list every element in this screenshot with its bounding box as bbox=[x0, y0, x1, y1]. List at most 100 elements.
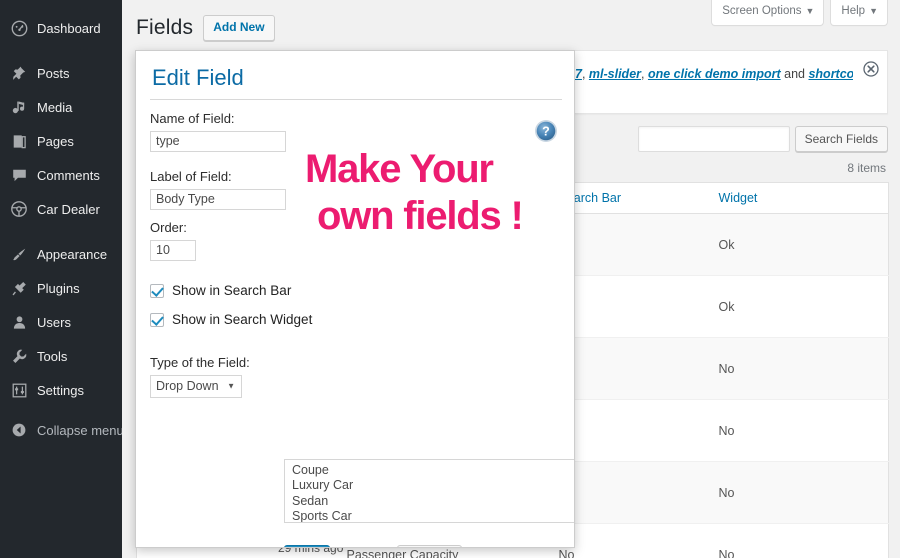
column-header-widget[interactable]: Widget bbox=[708, 182, 889, 214]
notice-and-word: and bbox=[784, 67, 805, 81]
user-icon bbox=[9, 312, 29, 332]
page-title-row: Fields Add New bbox=[136, 14, 275, 41]
sidebar-item-posts[interactable]: Posts bbox=[0, 56, 122, 90]
show-in-search-bar-row[interactable]: Show in Search Bar bbox=[150, 283, 291, 298]
sidebar-item-dashboard[interactable]: Dashboard bbox=[0, 11, 122, 45]
show-in-search-bar-checkbox[interactable] bbox=[150, 283, 164, 298]
type-of-field-label: Type of the Field: bbox=[150, 355, 250, 370]
add-new-button[interactable]: Add New bbox=[203, 14, 275, 41]
search-area: Search Fields bbox=[637, 126, 888, 152]
edit-field-modal: Edit Field Name of Field: Label of Field… bbox=[135, 50, 575, 548]
type-of-field-group: Type of the Field: Drop Down ▼ bbox=[150, 355, 250, 398]
sidebar-item-label: Plugins bbox=[37, 280, 80, 296]
sidebar-item-pages[interactable]: Pages bbox=[0, 124, 122, 158]
search-input[interactable] bbox=[637, 126, 790, 152]
search-fields-button[interactable]: Search Fields bbox=[794, 126, 888, 152]
cell-widget: Ok bbox=[708, 275, 889, 338]
label-of-field-input[interactable] bbox=[150, 188, 286, 210]
pages-icon bbox=[9, 131, 29, 151]
sidebar-item-label: Comments bbox=[37, 167, 100, 183]
svg-text:?: ? bbox=[542, 125, 550, 139]
chevron-down-icon: ▼ bbox=[869, 6, 878, 16]
name-of-field-input[interactable] bbox=[150, 130, 286, 152]
pin-icon bbox=[9, 63, 29, 83]
help-button[interactable]: Help ▼ bbox=[830, 0, 888, 26]
media-icon bbox=[9, 97, 29, 117]
sidebar-item-users[interactable]: Users bbox=[0, 305, 122, 339]
comment-icon bbox=[9, 165, 29, 185]
sidebar-divider bbox=[0, 45, 122, 56]
ok-button[interactable]: OK bbox=[284, 545, 331, 547]
field-options-listbox[interactable]: Coupe Luxury Car Sedan Sports Car ▲ ▼ ◢ bbox=[284, 459, 574, 523]
dashboard-icon bbox=[9, 18, 29, 38]
help-label: Help bbox=[841, 5, 866, 17]
paintbrush-icon bbox=[9, 244, 29, 264]
sidebar-item-tools[interactable]: Tools bbox=[0, 339, 122, 373]
notice-link-1[interactable]: 7 bbox=[575, 67, 582, 81]
collapse-icon bbox=[9, 420, 29, 440]
notice-link-4[interactable]: shortcodes- bbox=[808, 67, 853, 81]
sidebar-item-media[interactable]: Media bbox=[0, 90, 122, 124]
sidebar-item-label: Appearance bbox=[37, 246, 108, 262]
type-of-field-value: Drop Down bbox=[156, 379, 219, 394]
chevron-down-icon: ▼ bbox=[227, 381, 235, 391]
wrench-icon bbox=[9, 346, 29, 366]
page-title: Fields bbox=[136, 16, 194, 39]
notice-link-3[interactable]: one click demo import bbox=[648, 67, 781, 81]
notice-link-2[interactable]: ml-slider bbox=[589, 67, 641, 81]
sidebar-item-comments[interactable]: Comments bbox=[0, 158, 122, 192]
chevron-down-icon: ▼ bbox=[805, 6, 815, 16]
list-item[interactable]: Sports Car bbox=[291, 509, 574, 522]
help-circle-icon[interactable]: ? bbox=[534, 119, 558, 143]
sidebar-item-label: Pages bbox=[37, 133, 74, 149]
field-options-list: Coupe Luxury Car Sedan Sports Car bbox=[285, 460, 574, 522]
sidebar-item-appearance[interactable]: Appearance bbox=[0, 237, 122, 271]
screen-options-button[interactable]: Screen Options ▼ bbox=[711, 0, 825, 26]
sidebar-item-label: Posts bbox=[37, 65, 70, 81]
sidebar-item-label: Car Dealer bbox=[37, 201, 100, 217]
sidebar-item-label: Settings bbox=[37, 382, 84, 398]
show-in-search-widget-checkbox[interactable] bbox=[150, 312, 164, 327]
sidebar-item-settings[interactable]: Settings bbox=[0, 373, 122, 407]
modal-title-divider bbox=[150, 99, 562, 100]
name-of-field-group: Name of Field: bbox=[150, 111, 286, 152]
show-in-search-widget-row[interactable]: Show in Search Widget bbox=[150, 312, 312, 327]
type-of-field-select[interactable]: Drop Down ▼ bbox=[150, 374, 242, 398]
show-in-search-widget-label: Show in Search Widget bbox=[172, 312, 313, 327]
sidebar-item-label: Collapse menu bbox=[37, 422, 124, 438]
label-of-field-label: Label of Field: bbox=[150, 169, 232, 184]
cell-widget: No bbox=[708, 461, 889, 524]
cell-widget: No bbox=[708, 523, 889, 558]
screen-options-label: Screen Options bbox=[722, 5, 802, 17]
sidebar-item-label: Tools bbox=[37, 348, 68, 364]
screen-meta-bar: Screen Options ▼ Help ▼ bbox=[711, 0, 888, 26]
cell-widget: Ok bbox=[708, 213, 889, 276]
list-item[interactable]: Coupe bbox=[291, 463, 574, 478]
name-of-field-label: Name of Field: bbox=[150, 111, 235, 126]
cell-widget: No bbox=[708, 399, 889, 462]
order-group: Order: bbox=[150, 220, 196, 261]
close-icon[interactable] bbox=[863, 61, 879, 77]
screen-root: Dashboard Posts Media Pages Comments Car… bbox=[0, 0, 900, 558]
sidebar-item-label: Dashboard bbox=[37, 20, 101, 36]
sliders-icon bbox=[9, 380, 29, 400]
sidebar-item-label: Users bbox=[37, 314, 71, 330]
show-in-search-bar-label: Show in Search Bar bbox=[172, 283, 292, 298]
notice-text: 7, ml-slider, one click demo import and … bbox=[575, 65, 853, 84]
list-item[interactable]: Sedan bbox=[291, 494, 574, 509]
items-count: 8 items bbox=[847, 161, 886, 175]
order-label: Order: bbox=[150, 220, 187, 235]
steering-wheel-icon bbox=[9, 199, 29, 219]
label-of-field-group: Label of Field: bbox=[150, 169, 286, 210]
admin-sidebar: Dashboard Posts Media Pages Comments Car… bbox=[0, 0, 124, 558]
order-input[interactable] bbox=[150, 239, 196, 261]
sidebar-item-collapse-menu[interactable]: Collapse menu bbox=[0, 413, 124, 447]
list-item[interactable]: Luxury Car bbox=[291, 478, 574, 493]
sidebar-item-car-dealer[interactable]: Car Dealer bbox=[0, 192, 122, 226]
cancel-button[interactable]: Cancel bbox=[397, 545, 462, 547]
sidebar-item-plugins[interactable]: Plugins bbox=[0, 271, 122, 305]
cell-widget: No bbox=[708, 337, 889, 400]
sidebar-item-label: Media bbox=[37, 99, 73, 115]
sidebar-divider bbox=[0, 226, 122, 237]
modal-title: Edit Field bbox=[152, 65, 244, 90]
